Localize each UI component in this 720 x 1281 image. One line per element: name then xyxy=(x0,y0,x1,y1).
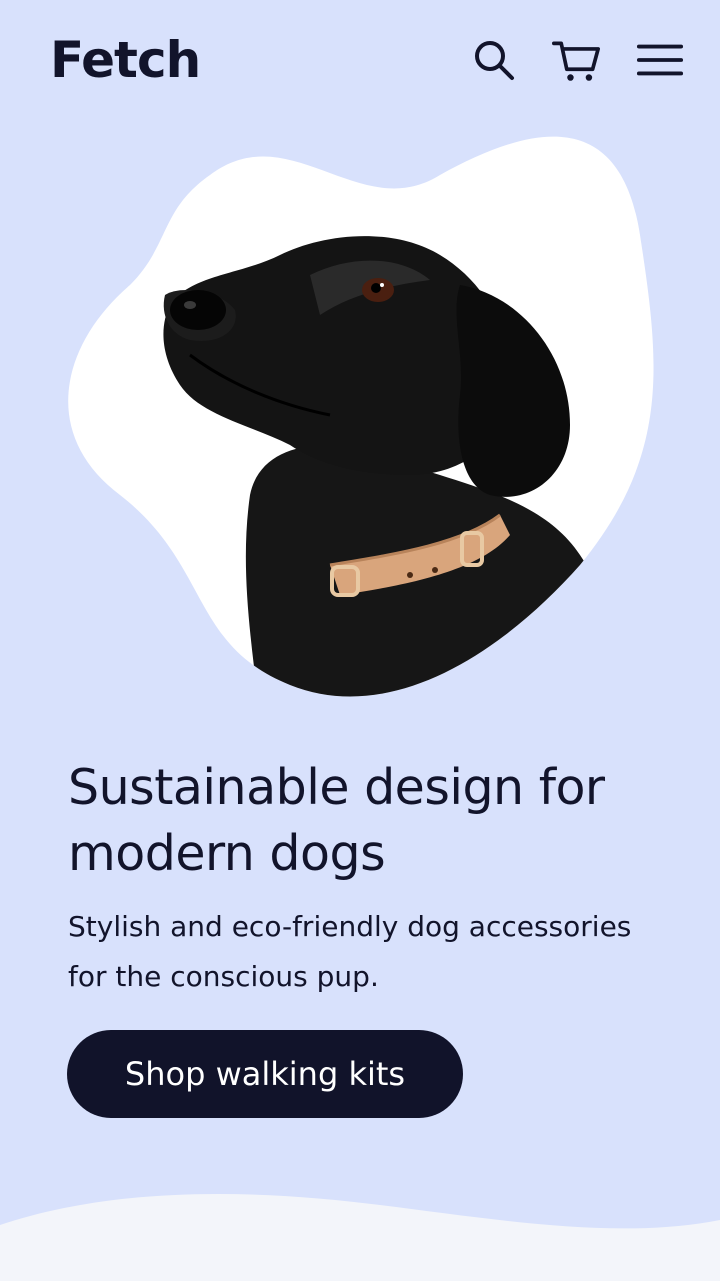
menu-button[interactable] xyxy=(636,36,684,84)
landing-page: Fetch Sustainable design for modern dogs… xyxy=(0,0,720,1281)
search-icon xyxy=(475,41,514,80)
footer-wave xyxy=(0,1193,720,1281)
hero-subtext: Stylish and eco-friendly dog accessories… xyxy=(68,910,632,993)
site-header: Fetch xyxy=(0,0,720,120)
cart-icon xyxy=(552,41,600,81)
menu-icon xyxy=(636,44,684,76)
brand-logo[interactable]: Fetch xyxy=(50,30,201,90)
cart-button[interactable] xyxy=(552,36,600,84)
shop-walking-kits-button[interactable]: Shop walking kits xyxy=(67,1030,463,1118)
hero-dog-image xyxy=(68,136,654,697)
search-button[interactable] xyxy=(470,36,518,84)
hero-headline: Sustainable design for modern dogs xyxy=(68,759,605,882)
